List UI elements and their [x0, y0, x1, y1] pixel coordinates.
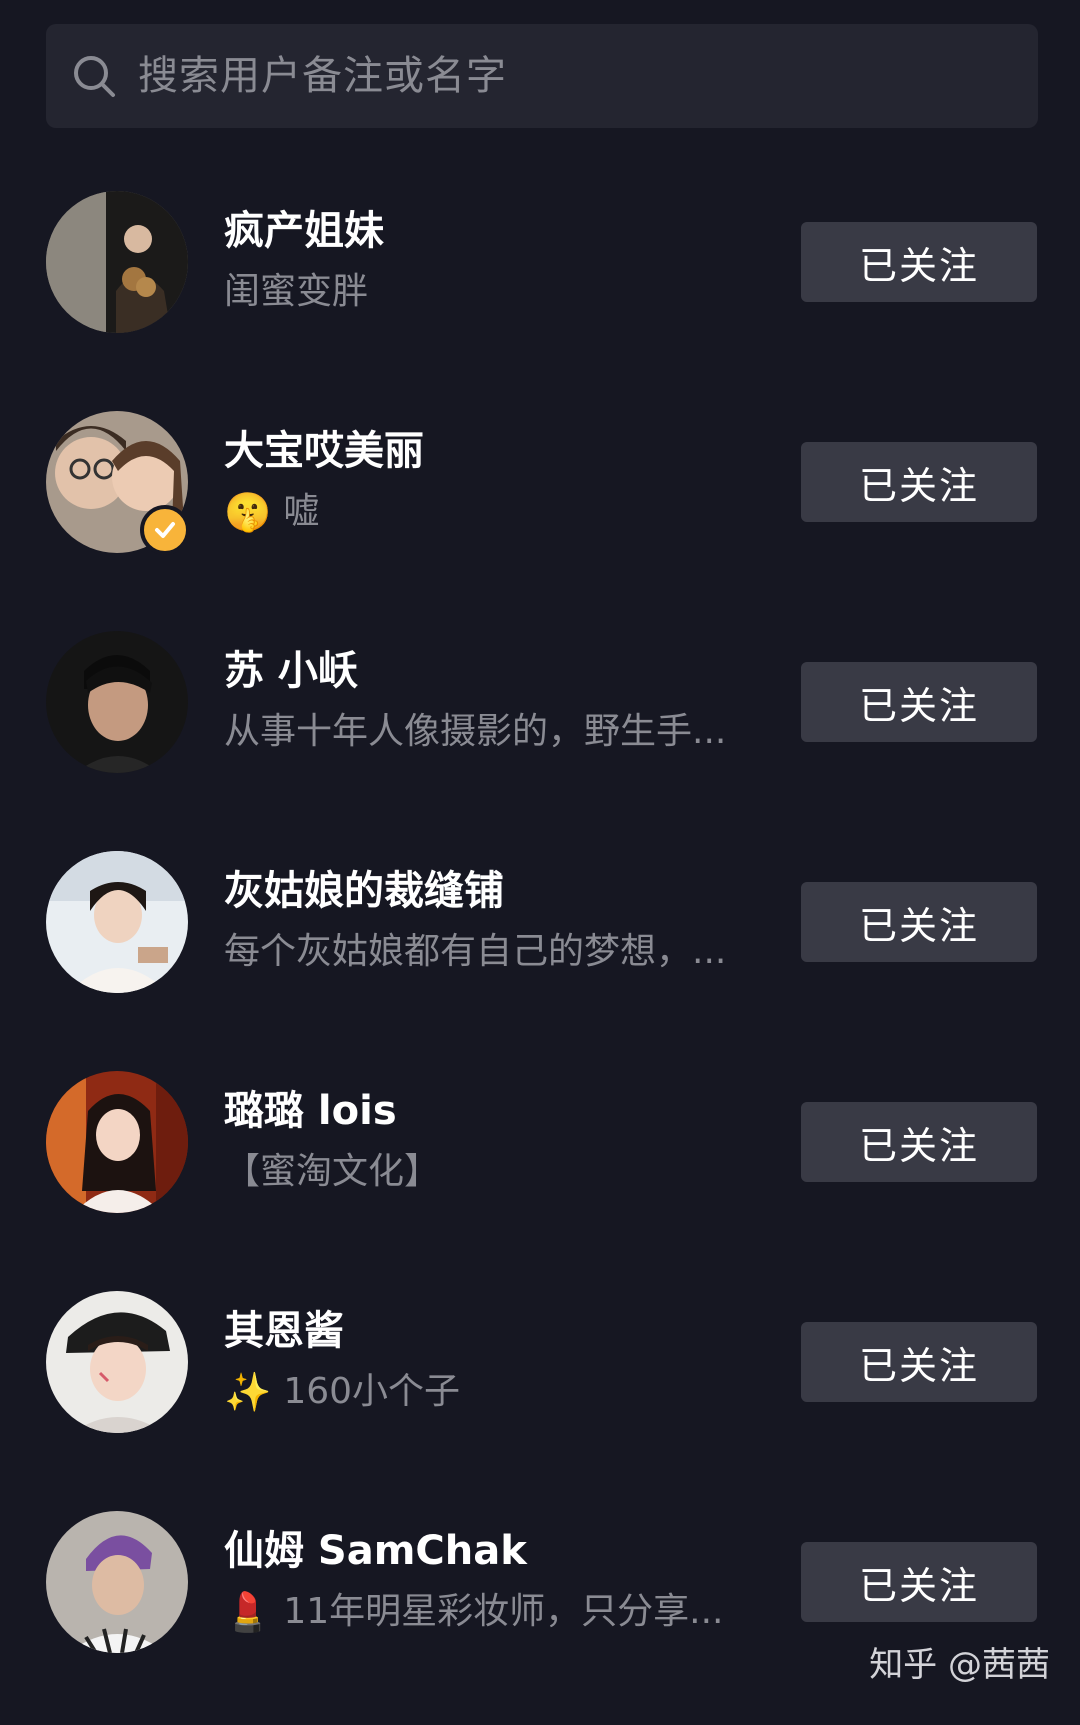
avatar[interactable] — [46, 851, 188, 993]
user-description-text: 闺蜜变胖 — [224, 271, 369, 312]
user-info: 其恩酱 ✨ 160小个子 — [224, 1303, 764, 1419]
user-description: 🤫 嘘 — [224, 485, 764, 539]
user-info: 仙姆 SamChak 💄 11年明星彩妆师，只分享... — [224, 1523, 764, 1639]
search-input[interactable] — [136, 23, 1038, 129]
user-description-text: 从事十年人像摄影的，野生手... — [224, 711, 727, 752]
shushing-face-emoji-icon: 🤫 — [224, 490, 272, 534]
user-name[interactable]: 仙姆 SamChak — [224, 1523, 764, 1579]
user-name[interactable]: 其恩酱 — [224, 1303, 764, 1359]
user-description-text: 【蜜淘文化】 — [224, 1151, 441, 1192]
user-name[interactable]: 疯产姐妹 — [224, 203, 764, 259]
following-button[interactable]: 已关注 — [801, 1102, 1037, 1182]
list-item[interactable]: 灰姑娘的裁缝铺 每个灰姑娘都有自己的梦想，... 已关注 — [0, 845, 1080, 1065]
user-info: 灰姑娘的裁缝铺 每个灰姑娘都有自己的梦想，... — [224, 863, 764, 979]
following-button[interactable]: 已关注 — [801, 662, 1037, 742]
user-description-text: 嘘 — [283, 491, 320, 532]
list-item[interactable]: 疯产姐妹 闺蜜变胖 已关注 — [0, 185, 1080, 405]
user-info: 疯产姐妹 闺蜜变胖 — [224, 203, 764, 319]
user-description-text: 每个灰姑娘都有自己的梦想，... — [224, 931, 727, 972]
user-description: 从事十年人像摄影的，野生手... — [224, 705, 764, 759]
avatar[interactable] — [46, 1071, 188, 1213]
list-item[interactable]: 其恩酱 ✨ 160小个子 已关注 — [0, 1285, 1080, 1505]
user-description: 💄 11年明星彩妆师，只分享... — [224, 1585, 764, 1639]
sparkles-emoji-icon: ✨ — [224, 1370, 272, 1414]
user-name[interactable]: 大宝哎美丽 — [224, 423, 764, 479]
lipstick-emoji-icon: 💄 — [224, 1590, 272, 1634]
watermark: 知乎 @茜茜 — [869, 1645, 1050, 1685]
avatar[interactable] — [46, 411, 190, 555]
following-button[interactable]: 已关注 — [801, 1322, 1037, 1402]
user-description: 【蜜淘文化】 — [224, 1145, 764, 1199]
avatar[interactable] — [46, 1291, 188, 1433]
list-item[interactable]: 苏 小岆 从事十年人像摄影的，野生手... 已关注 — [0, 625, 1080, 845]
following-button[interactable]: 已关注 — [801, 442, 1037, 522]
list-item[interactable]: 仙姆 SamChak 💄 11年明星彩妆师，只分享... 已关注 — [0, 1505, 1080, 1725]
avatar[interactable] — [46, 1511, 188, 1653]
user-name[interactable]: 璐璐 lois — [224, 1083, 764, 1139]
user-info: 大宝哎美丽 🤫 嘘 — [224, 423, 764, 539]
user-description: 闺蜜变胖 — [224, 265, 764, 319]
list-item[interactable]: 璐璐 lois 【蜜淘文化】 已关注 — [0, 1065, 1080, 1285]
user-description-text: 160小个子 — [283, 1371, 461, 1412]
avatar[interactable] — [46, 191, 188, 333]
list-item[interactable]: 大宝哎美丽 🤫 嘘 已关注 — [0, 405, 1080, 625]
verified-badge-icon — [140, 505, 190, 555]
search-icon — [74, 56, 115, 97]
user-info: 璐璐 lois 【蜜淘文化】 — [224, 1083, 764, 1199]
user-description-text: 11年明星彩妆师，只分享... — [283, 1591, 724, 1632]
user-info: 苏 小岆 从事十年人像摄影的，野生手... — [224, 643, 764, 759]
following-button[interactable]: 已关注 — [801, 882, 1037, 962]
following-button[interactable]: 已关注 — [801, 222, 1037, 302]
following-list: 疯产姐妹 闺蜜变胖 已关注 大宝哎美丽 🤫 嘘 已关注 苏 小岆 从事十年人像摄… — [0, 185, 1080, 1725]
user-description: ✨ 160小个子 — [224, 1365, 764, 1419]
search-bar[interactable] — [46, 23, 1038, 129]
user-description: 每个灰姑娘都有自己的梦想，... — [224, 925, 764, 979]
user-name[interactable]: 苏 小岆 — [224, 643, 764, 699]
avatar[interactable] — [46, 631, 188, 773]
user-name[interactable]: 灰姑娘的裁缝铺 — [224, 863, 764, 919]
following-button[interactable]: 已关注 — [801, 1542, 1037, 1622]
